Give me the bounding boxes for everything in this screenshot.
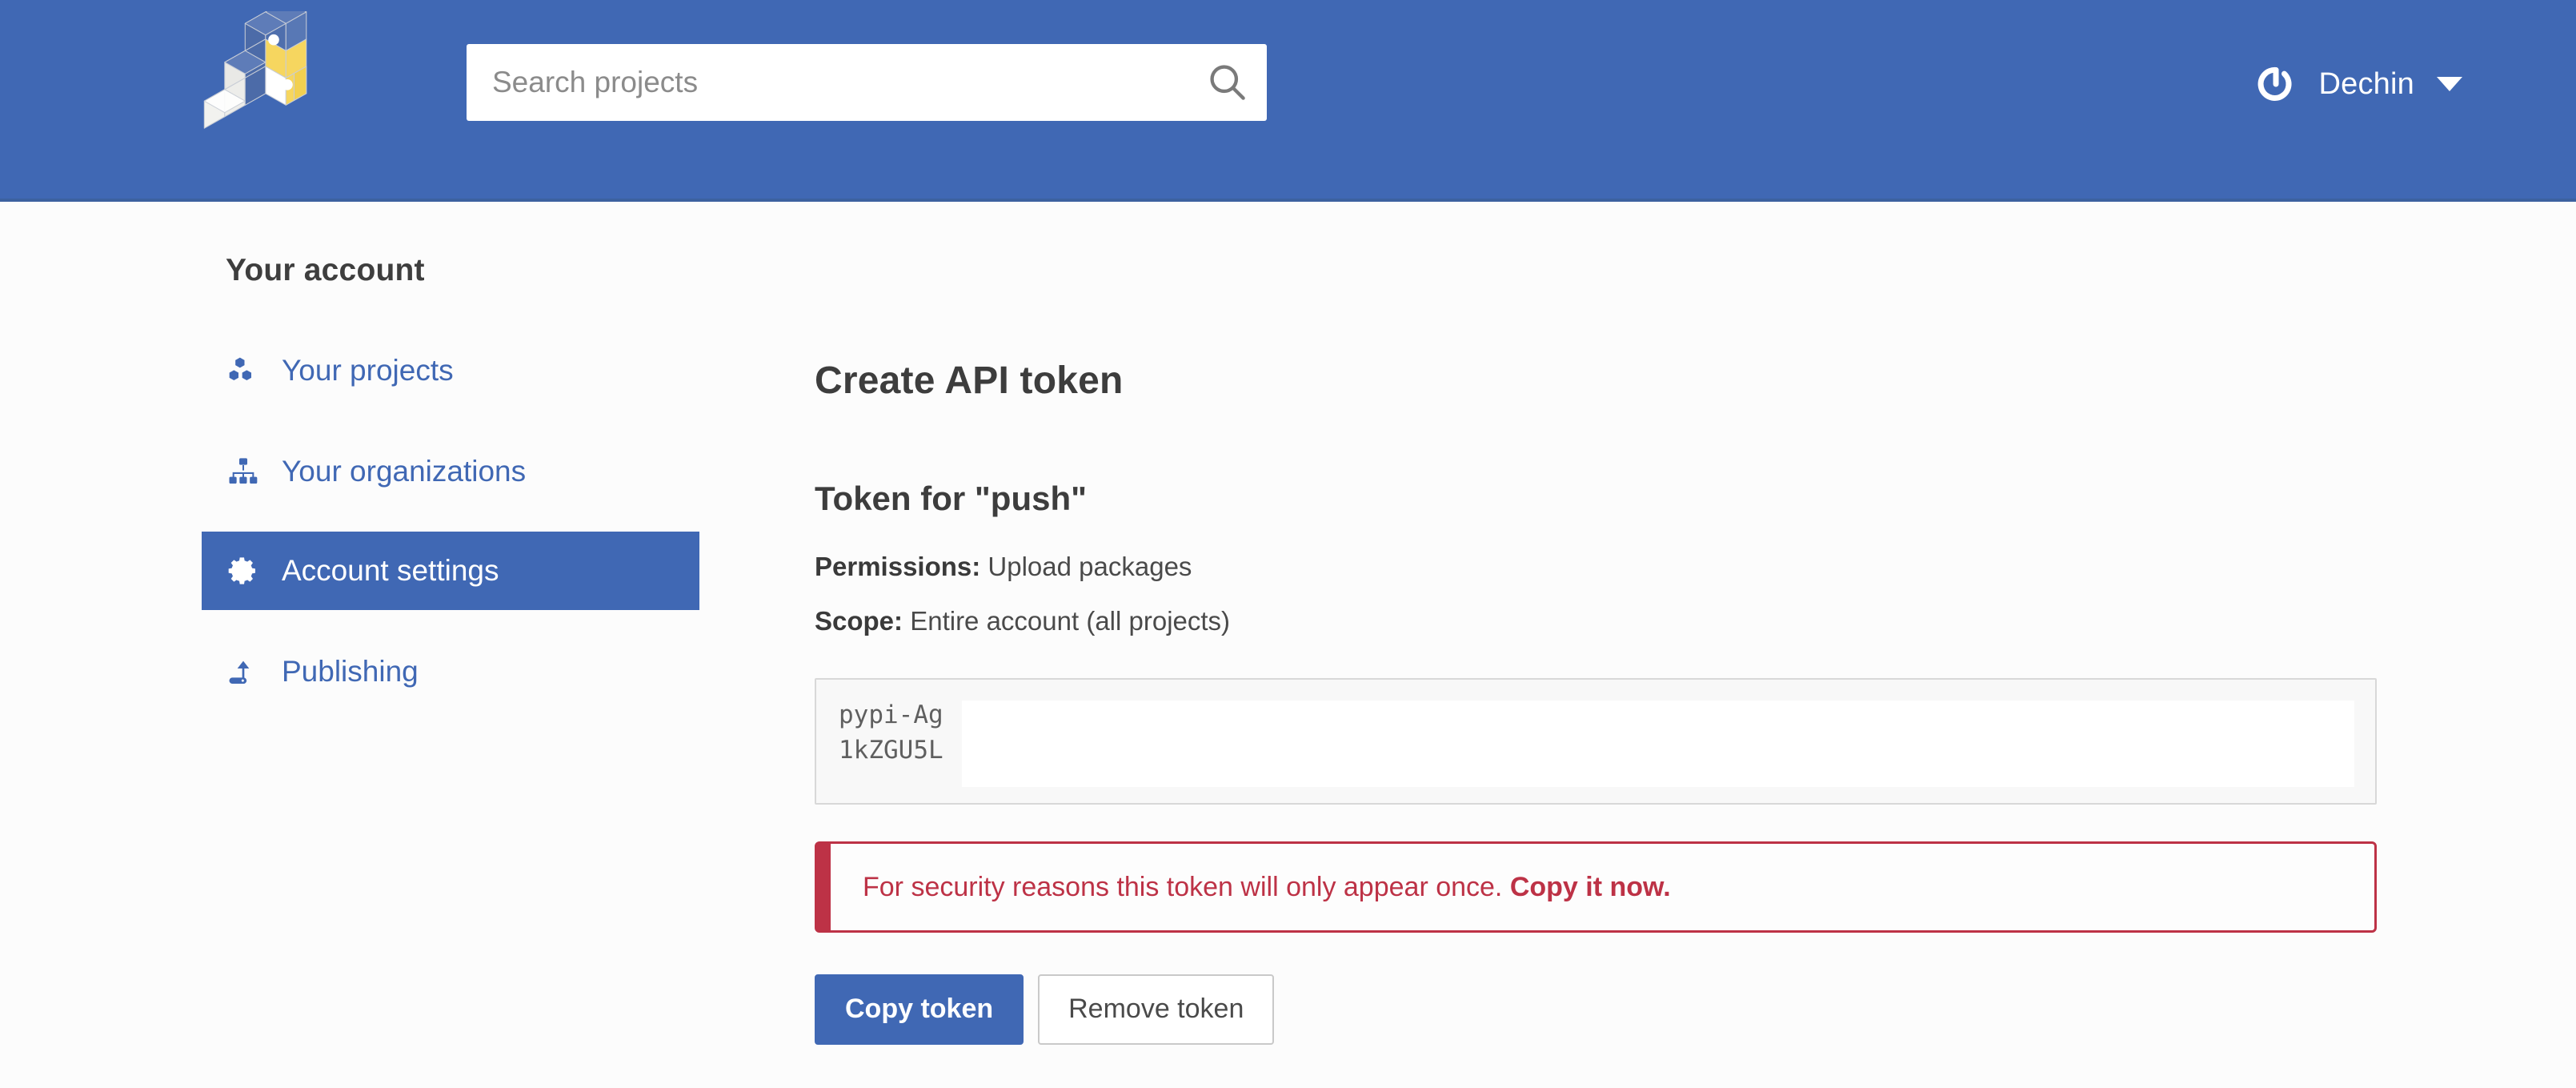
page-title: Create API token (815, 205, 2383, 403)
sidebar-item-your-organizations[interactable]: Your organizations (202, 432, 706, 511)
alert-message-emphasis: Copy it now. (1510, 872, 1671, 902)
scope-value: Entire account (all projects) (903, 606, 1230, 636)
account-sidebar: Your account Your projects (202, 253, 706, 711)
search-icon (1206, 61, 1248, 105)
token-redaction-overlay (962, 701, 2354, 787)
sidebar-title: Your account (226, 253, 706, 288)
alert-message: For security reasons this token will onl… (863, 870, 1671, 905)
user-menu[interactable]: Dechin (2253, 48, 2463, 120)
sidebar-nav-list: Your projects Your organizations (202, 331, 706, 711)
avatar (2253, 62, 2298, 106)
token-display-box[interactable]: pypi-Ag 1kZGU5L (815, 678, 2377, 805)
chevron-down-icon[interactable] (2437, 77, 2462, 91)
cubes-icon (226, 353, 261, 388)
remove-token-button[interactable]: Remove token (1038, 974, 1274, 1045)
sidebar-item-publishing[interactable]: Publishing (202, 632, 706, 711)
search-input[interactable] (467, 44, 1267, 121)
copy-token-button[interactable]: Copy token (815, 974, 1024, 1045)
scope-line: Scope: Entire account (all projects) (815, 582, 2383, 636)
token-action-buttons: Copy token Remove token (815, 974, 2383, 1045)
sidebar-item-your-projects[interactable]: Your projects (202, 331, 706, 410)
search-form[interactable] (467, 44, 1267, 121)
permissions-line: Permissions: Upload packages (815, 518, 2383, 582)
permissions-label: Permissions: (815, 552, 980, 581)
permissions-value: Upload packages (980, 552, 1192, 581)
sidebar-item-label: Your projects (282, 354, 454, 387)
upload-icon (226, 654, 261, 689)
gear-icon (226, 553, 261, 588)
sidebar-item-label: Publishing (282, 655, 419, 689)
sidebar-item-label: Account settings (282, 554, 499, 588)
alert-message-text: For security reasons this token will onl… (863, 872, 1510, 902)
token-security-alert: For security reasons this token will onl… (815, 841, 2377, 933)
sidebar-item-account-settings[interactable]: Account settings (202, 532, 699, 610)
sidebar-item-label: Your organizations (282, 455, 526, 488)
site-header: Dechin (0, 0, 2576, 202)
sitemap-icon (226, 454, 261, 489)
token-section-title: Token for "push" (815, 403, 2383, 518)
pypi-logo-link[interactable] (192, 11, 328, 147)
main-content: Create API token Token for "push" Permis… (815, 205, 2383, 1045)
page-body: Your account Your projects (0, 205, 2576, 1088)
search-button[interactable] (1204, 60, 1249, 105)
pypi-cubes-logo-icon (192, 11, 328, 147)
user-name-label: Dechin (2319, 67, 2415, 102)
scope-label: Scope: (815, 606, 903, 636)
